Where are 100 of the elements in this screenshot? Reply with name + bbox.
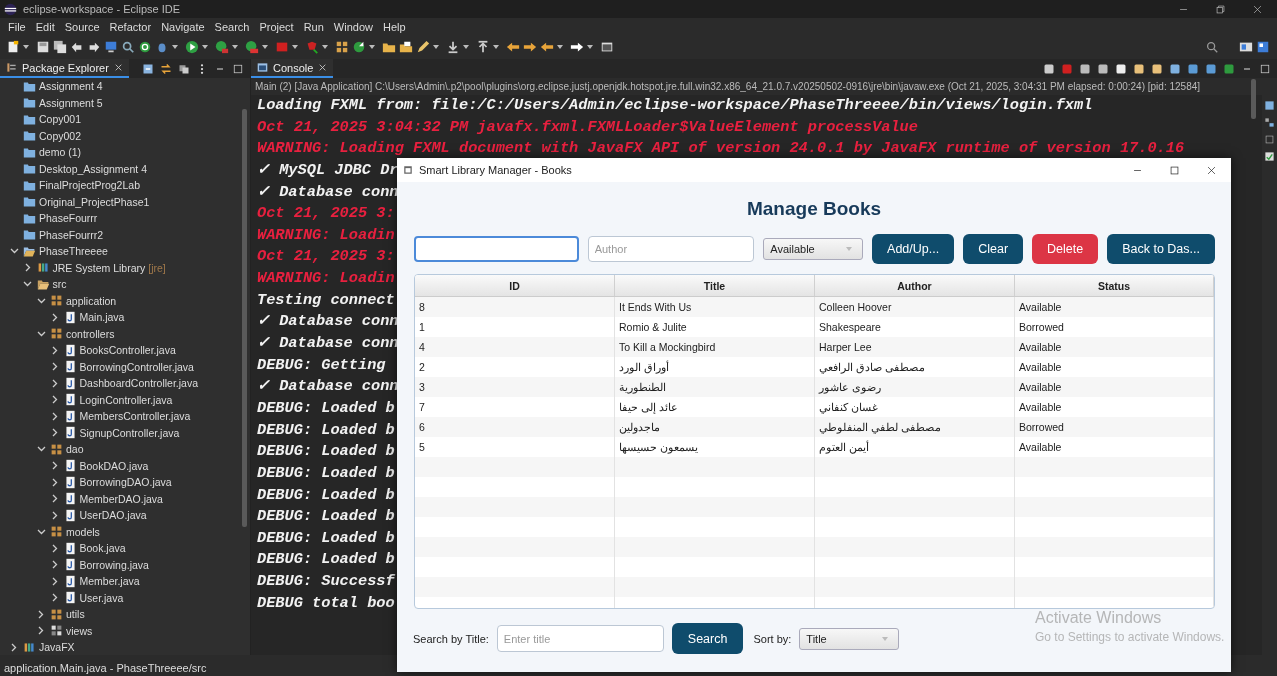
chevron-right-icon[interactable]	[51, 593, 58, 603]
left-arrow-icon[interactable]	[540, 40, 554, 54]
chevron-right-icon[interactable]	[11, 642, 17, 652]
column-header[interactable]: ID	[415, 275, 615, 296]
menu-item[interactable]: Window	[328, 20, 378, 33]
console-tab[interactable]: Console	[251, 59, 334, 78]
forward-arrow-icon[interactable]	[523, 40, 537, 54]
tree-item[interactable]: Original_ProjectPhase1	[39, 195, 150, 208]
tree-item[interactable]: FinalProjectProg2Lab	[39, 179, 140, 192]
tree-item[interactable]: Book.java	[79, 542, 126, 555]
scrollbar[interactable]	[1251, 79, 1256, 119]
tree-item[interactable]: Desktop_Assignment 4	[39, 162, 147, 175]
tree-item[interactable]: PhaseFourrr2	[39, 228, 104, 241]
tree-item[interactable]: Assignment 5	[39, 96, 103, 109]
save-all-icon[interactable]	[53, 40, 67, 54]
save-icon[interactable]	[36, 40, 50, 54]
author-field[interactable]: Author	[587, 236, 755, 262]
tree-item[interactable]: BooksController.java	[79, 344, 176, 357]
tree-item[interactable]: BookDAO.java	[79, 459, 149, 472]
run-coverage-icon[interactable]	[215, 40, 229, 54]
menu-item[interactable]: Edit	[30, 20, 60, 33]
open-file-icon[interactable]	[399, 40, 413, 54]
chevron-right-icon[interactable]	[51, 312, 58, 322]
perspective-icon[interactable]	[1239, 40, 1253, 54]
tree-item[interactable]: BorrowingDAO.java	[79, 476, 172, 489]
search-icon[interactable]	[121, 40, 135, 54]
stop-icon[interactable]	[1061, 62, 1073, 75]
tree-item[interactable]: JavaFX	[39, 641, 75, 654]
chevron-right-icon[interactable]	[51, 411, 58, 421]
menu-item[interactable]: Refactor	[104, 20, 157, 33]
tree-item[interactable]: Copy002	[39, 129, 82, 142]
chevron-right-icon[interactable]	[51, 345, 58, 355]
tree-item[interactable]: PhaseThreeee	[39, 245, 108, 258]
tree-item[interactable]: LoginController.java	[79, 393, 173, 406]
menu-item[interactable]: Source	[59, 20, 105, 33]
tree-item[interactable]: SignupController.java	[79, 426, 180, 439]
tree-item[interactable]: Borrowing.java	[79, 558, 149, 571]
chevron-down-icon[interactable]	[36, 446, 46, 453]
chevron-down-icon[interactable]	[36, 297, 46, 304]
search-icon[interactable]	[1205, 40, 1219, 54]
right-arrow-icon[interactable]	[570, 40, 584, 54]
tree-item[interactable]: Copy001	[39, 113, 82, 126]
title-field[interactable]	[414, 236, 579, 262]
column-header[interactable]: Status	[1015, 275, 1214, 296]
tree-item[interactable]: UserDAO.java	[79, 509, 147, 522]
chevron-right-icon[interactable]	[38, 626, 44, 636]
redo-icon[interactable]	[87, 40, 101, 54]
caret-icon[interactable]	[292, 45, 298, 49]
tree-item[interactable]: PhaseFourrr	[39, 212, 98, 225]
chevron-right-icon[interactable]	[51, 576, 58, 586]
menu-item[interactable]: Project	[254, 20, 299, 33]
menu-item[interactable]: Run	[298, 20, 329, 33]
menu-item[interactable]: Navigate	[156, 20, 210, 33]
chevron-down-icon[interactable]	[36, 528, 46, 535]
caret-icon[interactable]	[202, 45, 208, 49]
tree-item[interactable]: controllers	[66, 327, 115, 340]
run-external-icon[interactable]	[245, 40, 259, 54]
link-icon[interactable]	[160, 62, 172, 75]
pencil-icon[interactable]	[416, 40, 430, 54]
caret-icon[interactable]	[172, 45, 178, 49]
action-button[interactable]: Add/Up...	[872, 234, 955, 264]
status-dropdown[interactable]: Available	[763, 238, 864, 260]
chevron-right-icon[interactable]	[51, 395, 58, 405]
caret-icon[interactable]	[463, 45, 469, 49]
tree-item[interactable]: Main.java	[79, 311, 125, 324]
chevron-right-icon[interactable]	[51, 494, 58, 504]
task-icon[interactable]	[1264, 151, 1275, 162]
java-perspective-icon[interactable]	[1256, 40, 1270, 54]
tree-item[interactable]: JRE System Library	[52, 261, 146, 274]
sort-dropdown[interactable]: Title	[799, 627, 900, 650]
chevron-right-icon[interactable]	[51, 543, 58, 553]
chevron-down-icon[interactable]	[23, 281, 32, 288]
maximize-icon[interactable]	[1259, 62, 1271, 75]
menu-item[interactable]: Help	[378, 20, 411, 33]
caret-icon[interactable]	[557, 45, 563, 49]
caret-icon[interactable]	[587, 45, 593, 49]
maximize-icon[interactable]	[1169, 164, 1180, 176]
collapse-all-icon[interactable]	[142, 62, 154, 75]
chevron-down-icon[interactable]	[9, 248, 19, 255]
scrollbar[interactable]	[242, 109, 247, 527]
package-explorer-tab[interactable]: Package Explorer	[0, 59, 129, 78]
menu-item[interactable]: Search	[209, 20, 255, 33]
undo-icon[interactable]	[70, 40, 84, 54]
search-field[interactable]: Enter title	[496, 625, 664, 652]
package-icon[interactable]	[335, 40, 349, 54]
chevron-right-icon[interactable]	[51, 428, 58, 438]
action-button[interactable]: Clear	[963, 234, 1024, 264]
search-button[interactable]: Search	[671, 623, 744, 654]
tree-item[interactable]: BorrowingController.java	[79, 360, 194, 373]
caret-icon[interactable]	[369, 45, 375, 49]
menu-item[interactable]: File	[3, 20, 31, 33]
tree-item[interactable]: dao	[66, 443, 84, 456]
chevron-right-icon[interactable]	[51, 560, 58, 570]
back-arrow-icon[interactable]	[506, 40, 520, 54]
upload-icon[interactable]	[476, 40, 490, 54]
new-file-icon[interactable]	[6, 40, 20, 54]
caret-icon[interactable]	[262, 45, 268, 49]
panel-icon[interactable]	[600, 40, 614, 54]
tree-item[interactable]: MembersController.java	[79, 410, 191, 423]
caret-icon[interactable]	[232, 45, 238, 49]
